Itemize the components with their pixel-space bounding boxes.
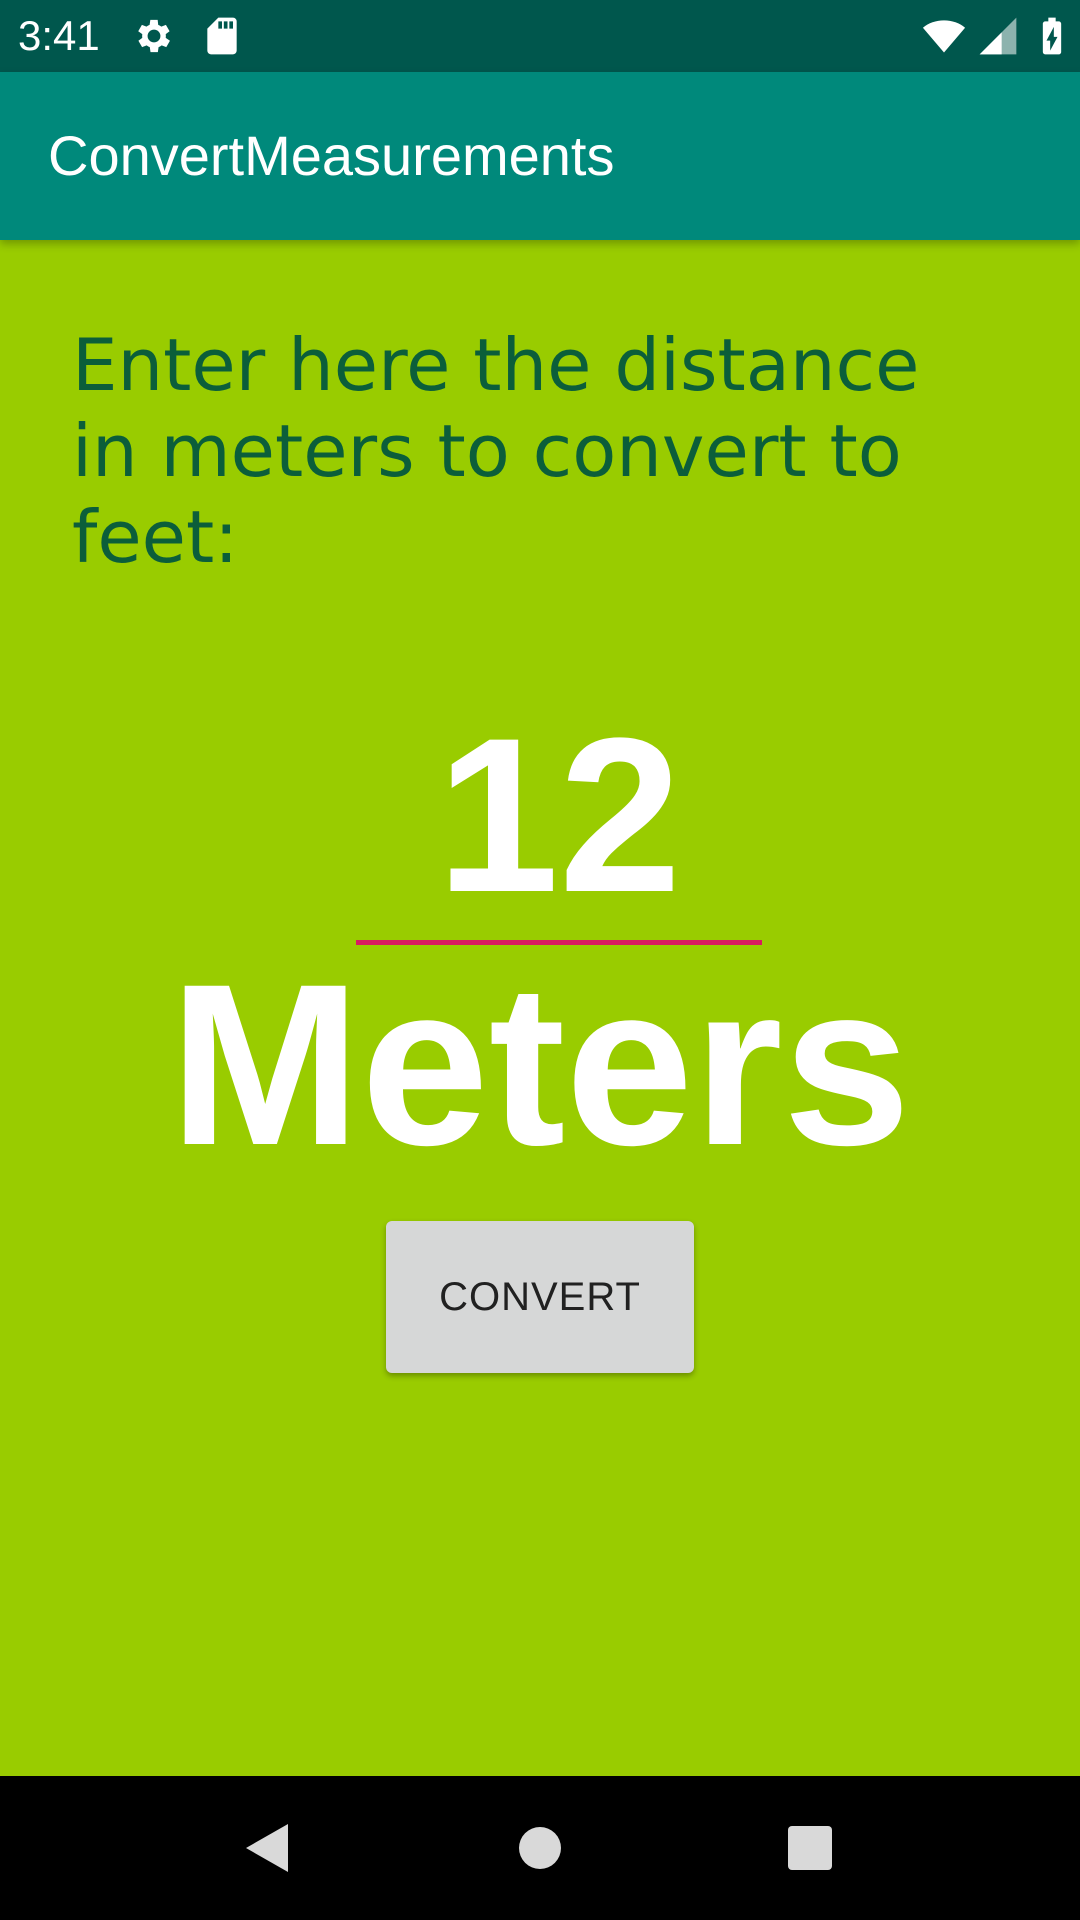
app-title: ConvertMeasurements: [48, 124, 615, 187]
battery-charging-icon: [1042, 17, 1062, 55]
app-bar: ConvertMeasurements: [0, 72, 1080, 240]
home-icon[interactable]: [490, 1798, 590, 1898]
signal-icon: [979, 17, 1017, 55]
sd-card-icon: [207, 17, 237, 55]
convert-button[interactable]: CONVERT: [386, 1221, 694, 1373]
status-time: 3:41: [18, 12, 100, 59]
wifi-icon: [922, 20, 966, 53]
meters-input[interactable]: [356, 690, 762, 945]
navigation-bar: [0, 1776, 1080, 1920]
status-bar: 3:41: [0, 0, 1080, 72]
instruction-text: Enter here the distance in meters to con…: [72, 323, 920, 579]
recents-icon[interactable]: [760, 1798, 860, 1898]
back-icon[interactable]: [218, 1798, 318, 1898]
unit-label: Meters: [169, 936, 911, 1193]
settings-icon: [138, 19, 170, 53]
